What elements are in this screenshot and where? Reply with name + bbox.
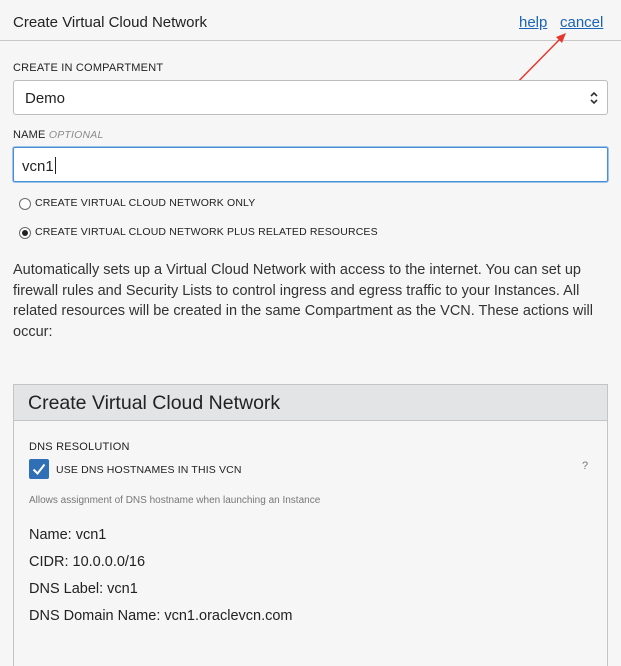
panel-title: Create Virtual Cloud Network [28,392,281,414]
dns-hostnames-checkbox[interactable] [29,459,49,479]
cancel-link[interactable]: cancel [560,14,603,31]
dns-hint-text: Allows assignment of DNS hostname when l… [29,495,321,506]
select-chevron-icon [590,91,598,105]
radio-button-checked[interactable] [19,227,31,239]
detail-name: Name: vcn1 [29,527,107,543]
name-input-value: vcn1 [22,158,54,175]
radio-button-unchecked[interactable] [19,198,31,210]
dns-hostnames-label: USE DNS HOSTNAMES IN THIS VCN [56,464,242,476]
panel-header: Create Virtual Cloud Network [14,385,607,421]
compartment-select[interactable]: Demo [13,80,608,115]
text-caret [54,157,56,174]
dialog-header: Create Virtual Cloud Network help cancel [0,0,621,41]
compartment-selected-value: Demo [25,90,66,107]
detail-dns-label: DNS Label: vcn1 [29,581,138,597]
checkmark-icon [32,463,46,476]
dns-resolution-label: DNS RESOLUTION [29,441,130,453]
dialog-title: Create Virtual Cloud Network [13,14,207,31]
vcn-summary-panel: Create Virtual Cloud Network DNS RESOLUT… [13,384,608,666]
name-input[interactable]: vcn1 [13,147,608,182]
name-label: NAME OPTIONAL [13,129,104,141]
description-text: Automatically sets up a Virtual Cloud Ne… [13,262,593,340]
radio-vcn-only-label: CREATE VIRTUAL CLOUD NETWORK ONLY [35,197,256,209]
help-link[interactable]: help [519,14,547,31]
detail-dns-domain: DNS Domain Name: vcn1.oraclevcn.com [29,608,293,624]
radio-vcn-plus-label: CREATE VIRTUAL CLOUD NETWORK PLUS RELATE… [35,226,378,238]
help-question-icon[interactable]: ? [582,460,588,472]
optional-tag: OPTIONAL [48,129,104,141]
detail-cidr: CIDR: 10.0.0.0/16 [29,554,146,570]
compartment-label: CREATE IN COMPARTMENT [13,62,164,74]
name-label-text: NAME [13,129,46,141]
